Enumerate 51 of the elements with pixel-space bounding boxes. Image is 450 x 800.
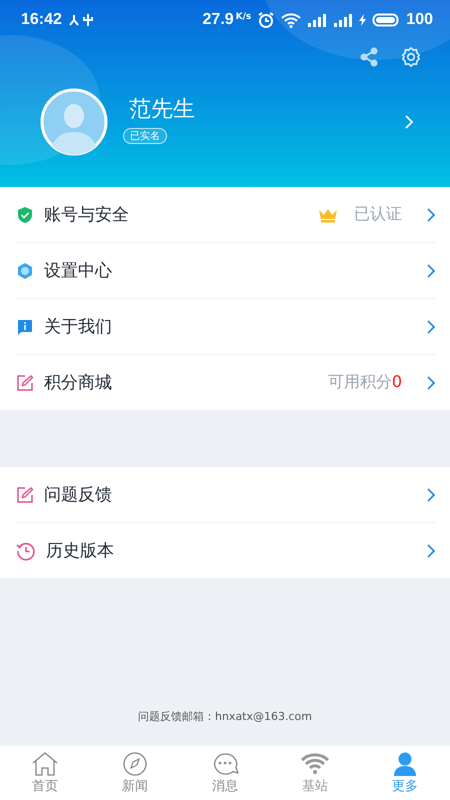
chevron-right-icon[interactable] bbox=[404, 114, 414, 130]
user-name: 范先生 bbox=[129, 96, 195, 124]
status-text: 已认证 bbox=[354, 204, 402, 225]
menu-item[interactable]: 历史版本 bbox=[16, 522, 436, 578]
network-speed: 27.9 bbox=[202, 11, 234, 29]
menu-label: 历史版本 bbox=[46, 540, 114, 562]
menu-label: 关于我们 bbox=[44, 316, 112, 338]
speed-unit: K/s bbox=[236, 12, 252, 22]
battery-level: 100 bbox=[406, 11, 433, 29]
signal-icon bbox=[333, 13, 354, 27]
chevron-right-icon bbox=[426, 542, 436, 558]
menu-item[interactable]: 问题反馈 bbox=[16, 467, 436, 522]
compass-icon bbox=[121, 752, 149, 776]
menu-label: 积分商城 bbox=[44, 372, 112, 394]
battery-icon bbox=[372, 13, 400, 27]
menu-item[interactable]: 积分商城 可用积分0 bbox=[16, 354, 436, 410]
edit-icon bbox=[16, 374, 34, 392]
chevron-right-icon bbox=[426, 486, 436, 502]
wifi-icon bbox=[281, 12, 302, 28]
tab[interactable]: 消息 bbox=[180, 746, 270, 800]
menu-label: 设置中心 bbox=[44, 260, 112, 282]
home-icon bbox=[31, 752, 59, 776]
alarm-icon bbox=[257, 12, 276, 28]
chat-icon bbox=[211, 752, 239, 776]
chevron-right-icon bbox=[426, 318, 436, 334]
wifi-icon bbox=[300, 752, 330, 776]
edit-icon bbox=[16, 486, 34, 504]
history-icon bbox=[16, 540, 36, 560]
chevron-right-icon bbox=[426, 374, 436, 390]
info-icon bbox=[16, 318, 34, 336]
share-icon[interactable] bbox=[358, 46, 380, 68]
person-icon bbox=[391, 752, 419, 776]
status-time: 16:42 bbox=[21, 11, 62, 29]
menu-item[interactable]: 设置中心 bbox=[16, 242, 436, 298]
tab[interactable]: 首页 bbox=[0, 746, 90, 800]
feedback-email: 问题反馈邮箱：hnxatx@163.com bbox=[136, 709, 313, 725]
hexagon-icon bbox=[16, 262, 34, 280]
menu-item[interactable]: 关于我们 bbox=[16, 298, 436, 354]
menu-label: 账号与安全 bbox=[44, 204, 129, 226]
signal-icon bbox=[307, 13, 328, 27]
charging-icon bbox=[359, 14, 366, 26]
tab[interactable]: 新闻 bbox=[90, 746, 180, 800]
menu-item[interactable]: 账号与安全 已认证 bbox=[16, 187, 436, 242]
chevron-right-icon bbox=[426, 262, 436, 278]
menu-label: 问题反馈 bbox=[44, 484, 112, 506]
status-text: 可用积分0 bbox=[328, 372, 402, 393]
usb-icon bbox=[68, 13, 96, 27]
shield-icon bbox=[16, 206, 34, 224]
chevron-right-icon bbox=[426, 206, 436, 222]
settings-icon[interactable] bbox=[400, 46, 422, 68]
verified-badge: 已实名 bbox=[123, 128, 167, 144]
